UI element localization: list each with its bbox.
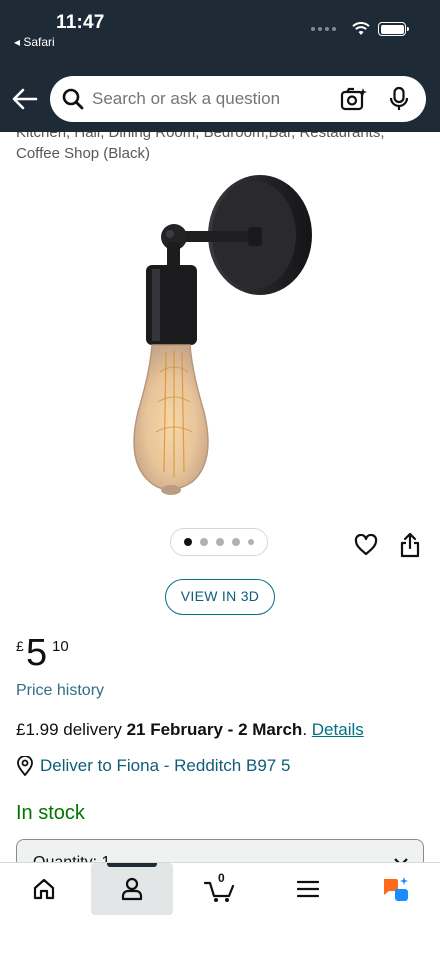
carousel-dot[interactable] xyxy=(232,538,240,546)
signal-dots-icon xyxy=(311,27,336,31)
price-fraction: 10 xyxy=(52,638,69,655)
quantity-selector[interactable]: Quantity: 1 xyxy=(16,839,424,862)
product-detail: Kitchen, Hall, Dining Room, Bedroom,Bar,… xyxy=(0,132,440,862)
stock-status: In stock xyxy=(16,802,85,824)
wifi-icon xyxy=(352,22,370,35)
delivery-dates: 21 February - 2 March xyxy=(126,720,303,739)
product-title: Kitchen, Hall, Dining Room, Bedroom,Bar,… xyxy=(16,132,426,164)
price-history-link[interactable]: Price history xyxy=(16,682,104,700)
view-in-3d-button[interactable]: VIEW IN 3D xyxy=(165,579,275,615)
menu-icon xyxy=(297,880,319,898)
cart-count: 0 xyxy=(218,871,225,885)
home-icon xyxy=(33,878,55,900)
microphone-icon[interactable] xyxy=(388,86,410,112)
nav-home[interactable] xyxy=(0,863,88,915)
product-image-wall-lamp[interactable] xyxy=(110,172,330,512)
nav-menu[interactable] xyxy=(264,863,352,915)
rufus-icon xyxy=(384,877,408,901)
nav-account[interactable] xyxy=(91,863,173,915)
status-indicators xyxy=(311,22,409,36)
carousel-dot[interactable] xyxy=(216,538,224,546)
delivery-prefix: £1.99 delivery xyxy=(16,720,127,739)
deliver-to-text: Deliver to Fiona - Redditch B97 5 xyxy=(40,756,291,775)
top-bar: 11:47 ◂ Safari xyxy=(0,0,440,132)
product-title-line-1: Kitchen, Hall, Dining Room, Bedroom,Bar,… xyxy=(16,132,385,141)
bottom-navigation: 0 xyxy=(0,862,440,954)
back-arrow-icon[interactable] xyxy=(12,88,38,110)
search-icon xyxy=(62,88,84,110)
camera-search-icon[interactable] xyxy=(340,86,368,112)
image-carousel-indicator[interactable] xyxy=(170,528,268,556)
share-icon[interactable] xyxy=(400,532,420,558)
price-whole: 5 xyxy=(26,632,48,674)
location-pin-icon xyxy=(17,756,33,776)
battery-icon xyxy=(378,22,409,36)
details-link[interactable]: Details xyxy=(312,720,364,739)
delivery-suffix: . xyxy=(302,720,312,739)
carousel-dot[interactable] xyxy=(248,539,254,545)
nav-rufus[interactable] xyxy=(352,863,440,915)
delivery-info: £1.99 delivery 21 February - 2 March. De… xyxy=(16,720,364,740)
status-time: 11:47 xyxy=(56,12,105,33)
price-currency: £ xyxy=(16,638,24,654)
heart-icon[interactable] xyxy=(354,534,378,556)
search-bar[interactable] xyxy=(50,76,426,122)
carousel-dot[interactable] xyxy=(184,538,192,546)
carousel-dot[interactable] xyxy=(200,538,208,546)
nav-cart[interactable]: 0 xyxy=(176,863,264,915)
quantity-label: Quantity: 1 xyxy=(33,854,110,862)
back-to-safari-link[interactable]: ◂ Safari xyxy=(14,35,55,49)
search-input[interactable] xyxy=(92,76,332,122)
account-icon xyxy=(121,877,143,901)
active-tab-indicator xyxy=(107,863,157,867)
product-title-line-2: Coffee Shop (Black) xyxy=(16,145,150,162)
deliver-to-location[interactable]: Deliver to Fiona - Redditch B97 5 xyxy=(16,756,290,776)
